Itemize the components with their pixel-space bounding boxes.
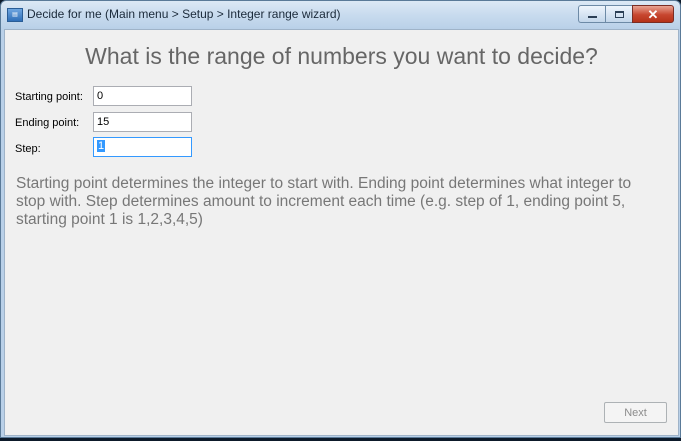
wizard-panel: What is the range of numbers you want to…: [4, 29, 679, 436]
close-icon: ✕: [647, 6, 659, 22]
close-button[interactable]: ✕: [632, 5, 674, 23]
title-bar[interactable]: ▤ Decide for me (Main menu > Setup > Int…: [1, 1, 680, 29]
page-title: What is the range of numbers you want to…: [85, 43, 598, 69]
window-title: Decide for me (Main menu > Setup > Integ…: [27, 7, 341, 21]
starting-point-label: Starting point:: [15, 91, 83, 103]
starting-point-input[interactable]: [93, 86, 192, 106]
next-button[interactable]: Next: [604, 402, 667, 423]
app-icon[interactable]: ▤: [7, 8, 23, 22]
minimize-button[interactable]: [578, 5, 605, 23]
maximize-button[interactable]: [605, 5, 632, 23]
step-input-value: 1: [97, 140, 106, 152]
maximize-icon: [614, 10, 624, 18]
window-controls: ✕: [578, 5, 674, 23]
description-text: Starting point determines the integer to…: [16, 175, 632, 228]
ending-point-label: Ending point:: [15, 117, 80, 129]
ending-point-input[interactable]: [93, 112, 192, 132]
step-label: Step:: [15, 143, 41, 155]
app-window: ▤ Decide for me (Main menu > Setup > Int…: [0, 0, 681, 438]
minimize-icon: [587, 16, 597, 18]
step-input[interactable]: 1: [93, 137, 192, 157]
